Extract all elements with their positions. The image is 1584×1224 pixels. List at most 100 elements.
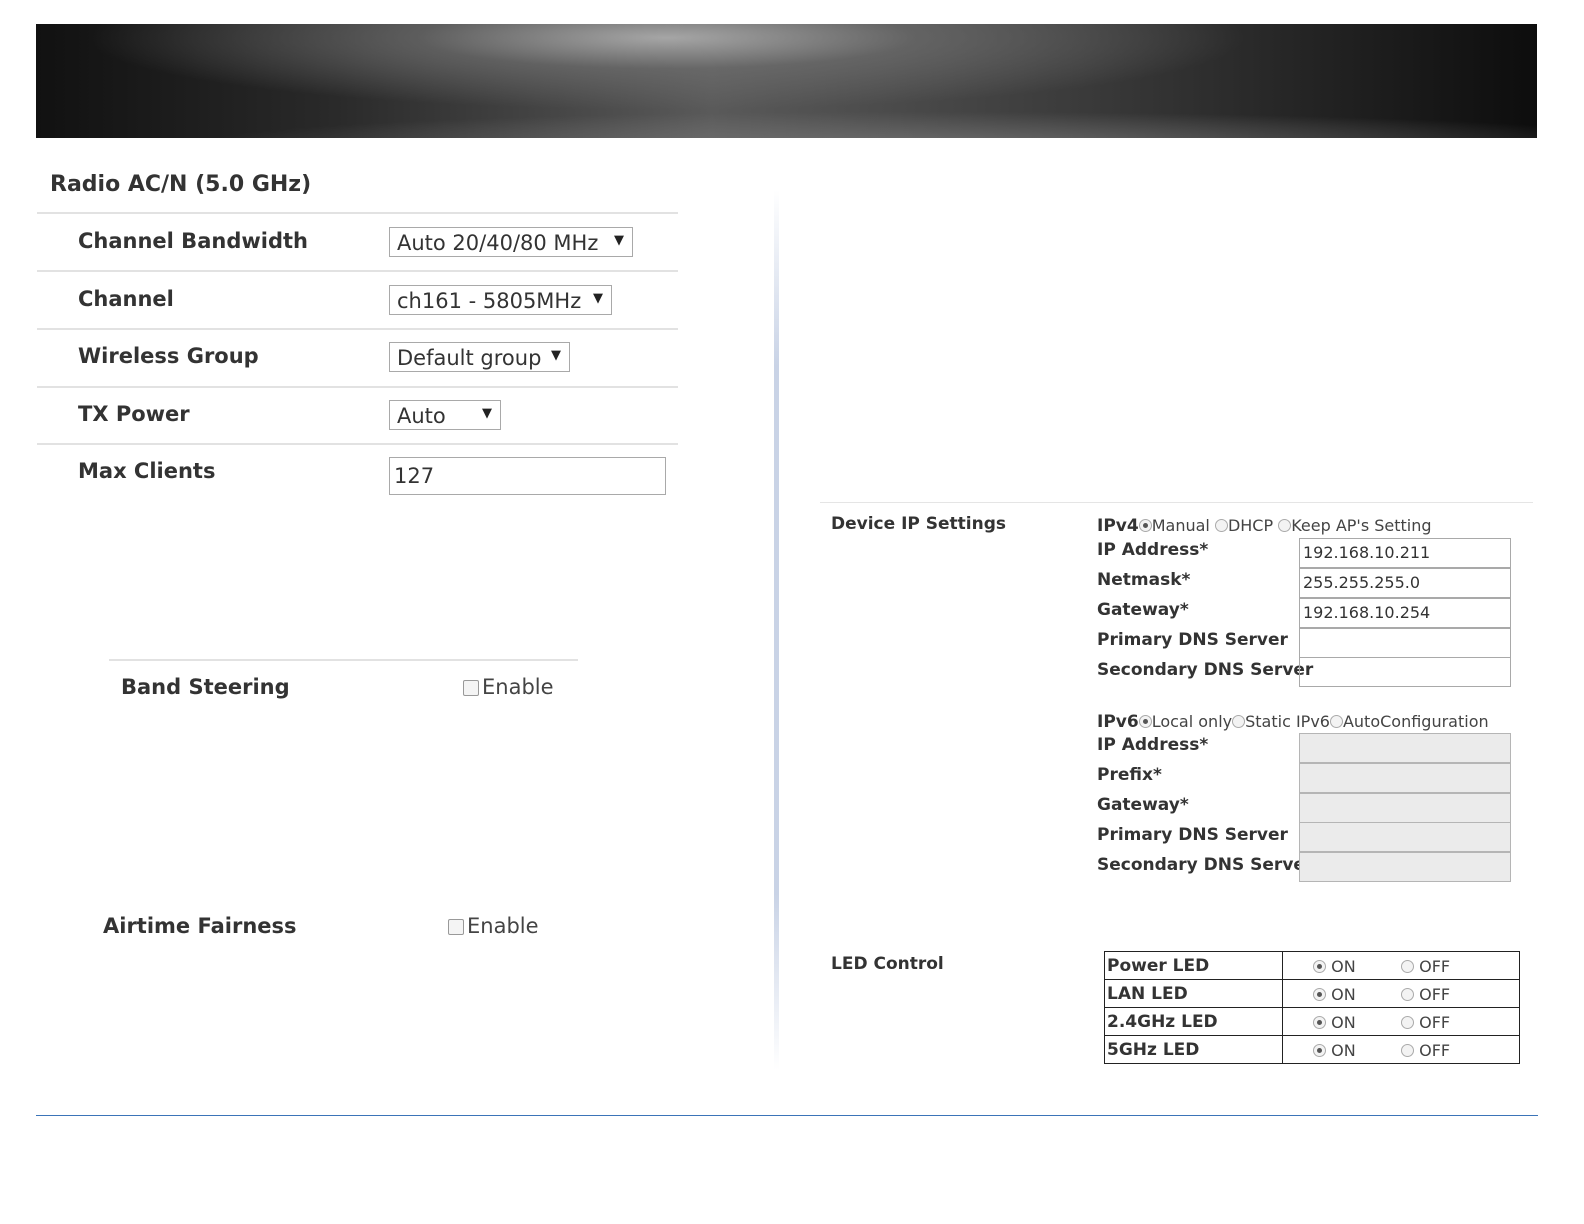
ipv6-secondary-dns-input	[1299, 852, 1511, 882]
lan-led-on-radio[interactable]	[1313, 988, 1326, 1001]
divider	[820, 502, 1533, 503]
ipv6-primary-dns-input	[1299, 822, 1511, 852]
led-control-table: Power LED ON OFF LAN LED ON OFF 2.4GHz L…	[1104, 951, 1520, 1064]
tx-power-select[interactable]: Auto ▼	[389, 400, 501, 430]
divider	[37, 270, 678, 272]
airtime-fairness-checkbox-label: Enable	[467, 914, 539, 938]
tx-power-label: TX Power	[78, 402, 190, 426]
ipv4-netmask-input[interactable]: 255.255.255.0	[1299, 568, 1511, 598]
radio-section-title: Radio AC/N (5.0 GHz)	[50, 172, 312, 197]
ipv4-manual-radio[interactable]	[1138, 519, 1152, 532]
chevron-down-icon: ▼	[593, 291, 603, 306]
chevron-down-icon: ▼	[482, 406, 492, 421]
off-label: OFF	[1419, 1041, 1451, 1060]
led-name: 2.4GHz LED	[1104, 1007, 1283, 1036]
ipv6-ip-address-label: IP Address*	[1097, 735, 1209, 755]
led-options: ON OFF	[1282, 951, 1520, 980]
off-label: OFF	[1419, 985, 1451, 1004]
ipv6-gateway-input	[1299, 793, 1511, 823]
ipv4-keep-ap-radio[interactable]	[1278, 519, 1292, 532]
ipv6-autoconfig-radio[interactable]	[1329, 715, 1343, 728]
ipv4-secondary-dns-input[interactable]	[1299, 657, 1511, 687]
led-options: ON OFF	[1282, 979, 1520, 1008]
chevron-down-icon: ▼	[614, 233, 624, 248]
ipv4-dhcp-radio[interactable]	[1214, 519, 1228, 532]
power-led-off-radio[interactable]	[1401, 960, 1414, 973]
max-clients-label: Max Clients	[78, 459, 216, 483]
ipv4-gateway-input[interactable]: 192.168.10.254	[1299, 598, 1511, 628]
ipv4-gateway-label: Gateway*	[1097, 600, 1189, 620]
ipv6-local-only-radio[interactable]	[1138, 715, 1152, 728]
bottom-rule	[36, 1115, 1538, 1116]
wireless-group-value: Default group	[397, 346, 542, 370]
table-row: Power LED ON OFF	[1104, 951, 1520, 980]
ipv6-gateway-label: Gateway*	[1097, 795, 1189, 815]
led-name: LAN LED	[1104, 979, 1283, 1008]
off-label: OFF	[1419, 957, 1451, 976]
band-steering-checkbox[interactable]	[463, 680, 479, 696]
channel-value: ch161 - 5805MHz	[397, 289, 582, 313]
ipv6-local-only-label: Local only	[1151, 712, 1233, 731]
device-ip-settings-label: Device IP Settings	[831, 514, 1007, 534]
channel-label: Channel	[78, 287, 174, 311]
5ghz-led-off-radio[interactable]	[1401, 1044, 1414, 1057]
ipv6-static-label: Static IPv6	[1245, 712, 1330, 731]
ipv6-mode-row: IPv6 Local only Static IPv6 AutoConfigurati…	[1097, 712, 1489, 732]
table-row: 2.4GHz LED ON OFF	[1104, 1007, 1520, 1036]
ipv4-label: IPv4	[1097, 516, 1139, 536]
on-label: ON	[1331, 1041, 1356, 1060]
ipv4-secondary-dns-label: Secondary DNS Server	[1097, 660, 1314, 680]
ipv6-primary-dns-label: Primary DNS Server	[1097, 825, 1288, 845]
led-options: ON OFF	[1282, 1007, 1520, 1036]
ipv6-ip-address-input	[1299, 733, 1511, 763]
channel-select[interactable]: ch161 - 5805MHz ▼	[389, 285, 612, 315]
power-led-on-radio[interactable]	[1313, 960, 1326, 973]
24ghz-led-on-radio[interactable]	[1313, 1016, 1326, 1029]
channel-bandwidth-label: Channel Bandwidth	[78, 229, 308, 253]
led-control-label: LED Control	[831, 954, 944, 974]
ipv6-static-radio[interactable]	[1232, 715, 1246, 728]
tx-power-value: Auto	[397, 404, 446, 428]
ipv6-secondary-dns-label: Secondary DNS Server	[1097, 855, 1314, 875]
ipv4-dhcp-label: DHCP	[1227, 516, 1274, 535]
wireless-group-label: Wireless Group	[78, 344, 259, 368]
channel-bandwidth-value: Auto 20/40/80 MHz	[397, 231, 599, 255]
on-label: ON	[1331, 985, 1356, 1004]
header-banner	[36, 24, 1537, 138]
max-clients-input[interactable]: 127	[389, 457, 666, 495]
divider	[37, 212, 678, 214]
divider	[37, 386, 678, 388]
off-label: OFF	[1419, 1013, 1451, 1032]
channel-bandwidth-select[interactable]: Auto 20/40/80 MHz ▼	[389, 227, 633, 257]
panel-divider	[774, 190, 779, 1070]
ipv6-label: IPv6	[1097, 712, 1139, 732]
on-label: ON	[1331, 1013, 1356, 1032]
led-options: ON OFF	[1282, 1035, 1520, 1064]
divider	[37, 328, 678, 330]
lan-led-off-radio[interactable]	[1401, 988, 1414, 1001]
ipv4-mode-row: IPv4 Manual DHCP Keep AP's Setting	[1097, 516, 1432, 536]
table-row: 5GHz LED ON OFF	[1104, 1035, 1520, 1064]
band-steering-checkbox-label: Enable	[482, 675, 554, 699]
table-row: LAN LED ON OFF	[1104, 979, 1520, 1008]
5ghz-led-on-radio[interactable]	[1313, 1044, 1326, 1057]
wireless-group-select[interactable]: Default group ▼	[389, 342, 570, 372]
ipv6-autoconfig-label: AutoConfiguration	[1342, 712, 1489, 731]
ipv4-manual-label: Manual	[1151, 516, 1210, 535]
divider	[109, 659, 578, 661]
ipv4-primary-dns-input[interactable]	[1299, 628, 1511, 658]
ipv6-prefix-input	[1299, 763, 1511, 793]
airtime-fairness-label: Airtime Fairness	[103, 914, 297, 938]
ipv4-ip-address-label: IP Address*	[1097, 540, 1209, 560]
24ghz-led-off-radio[interactable]	[1401, 1016, 1414, 1029]
ipv4-netmask-label: Netmask*	[1097, 570, 1191, 590]
led-name: 5GHz LED	[1104, 1035, 1283, 1064]
ipv4-keep-ap-label: Keep AP's Setting	[1291, 516, 1432, 535]
on-label: ON	[1331, 957, 1356, 976]
airtime-fairness-checkbox[interactable]	[448, 919, 464, 935]
divider	[37, 443, 678, 445]
band-steering-label: Band Steering	[121, 675, 290, 699]
ipv4-primary-dns-label: Primary DNS Server	[1097, 630, 1288, 650]
ipv4-ip-address-input[interactable]: 192.168.10.211	[1299, 538, 1511, 568]
ipv6-prefix-label: Prefix*	[1097, 765, 1162, 785]
